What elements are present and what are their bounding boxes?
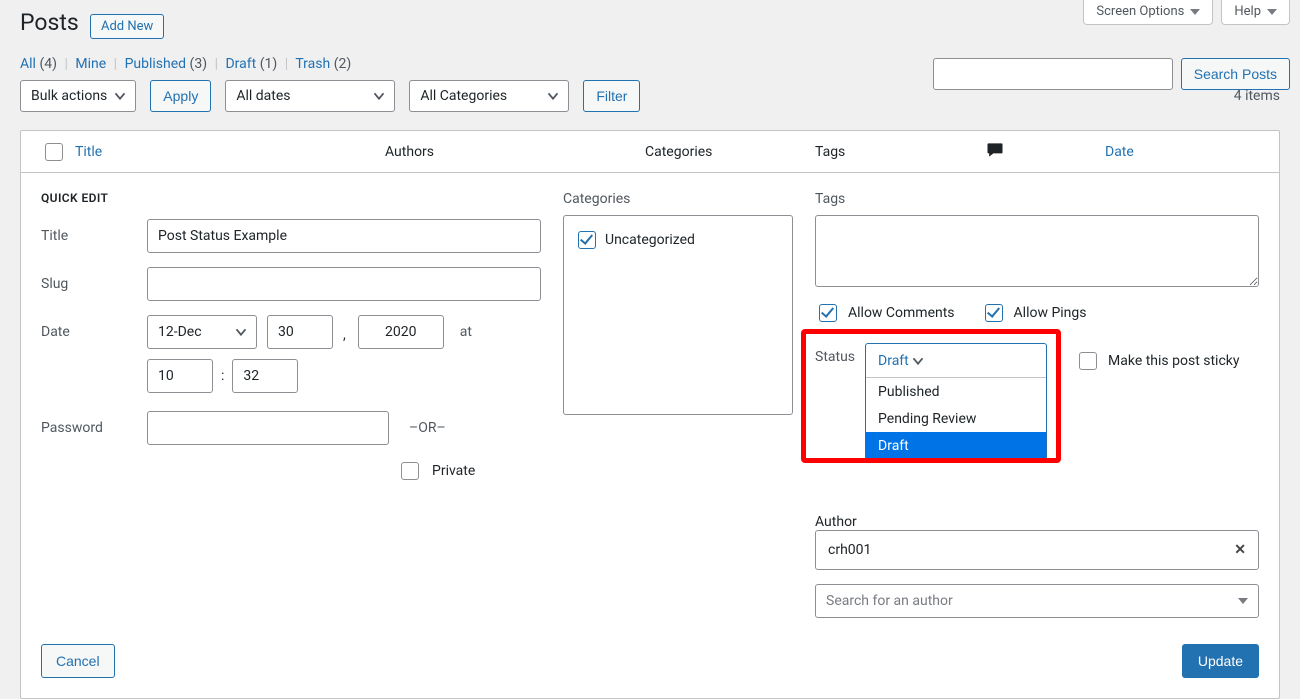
add-new-button[interactable]: Add New xyxy=(90,14,164,39)
at-label: at xyxy=(460,324,472,340)
chevron-down-icon xyxy=(232,323,250,341)
categories-heading: Categories xyxy=(563,191,793,207)
caret-down-icon xyxy=(1190,9,1200,15)
select-all-checkbox[interactable] xyxy=(45,143,63,161)
help-label: Help xyxy=(1234,4,1261,19)
status-option-published[interactable]: Published xyxy=(866,378,1046,405)
chevron-down-icon xyxy=(909,352,927,370)
date-label: Date xyxy=(41,324,137,340)
col-authors: Authors xyxy=(385,144,645,160)
search-input[interactable] xyxy=(933,58,1173,90)
title-input[interactable]: Post Status Example xyxy=(147,219,541,253)
apply-button[interactable]: Apply xyxy=(150,80,211,112)
view-mine[interactable]: Mine xyxy=(75,56,106,72)
view-all[interactable]: All xyxy=(20,56,36,72)
allow-pings-label: Allow Pings xyxy=(1014,305,1087,321)
author-chip[interactable]: crh001 ✕ xyxy=(815,530,1259,570)
sticky-label: Make this post sticky xyxy=(1108,353,1239,369)
status-select[interactable]: Draft Published Pending Review Draft xyxy=(865,343,1047,460)
quick-edit-legend: QUICK EDIT xyxy=(41,191,541,205)
minute-input[interactable]: 32 xyxy=(232,359,298,393)
password-label: Password xyxy=(41,420,137,436)
status-label: Status xyxy=(815,343,855,365)
or-label: –OR– xyxy=(409,420,446,436)
table-header: Title Authors Categories Tags Date xyxy=(21,131,1279,173)
bulk-actions-select[interactable]: Bulk actions xyxy=(20,80,136,112)
page-title: Posts xyxy=(20,0,79,40)
author-search-placeholder: Search for an author xyxy=(826,593,953,609)
help-button[interactable]: Help xyxy=(1221,0,1290,25)
categories-label: All Categories xyxy=(420,88,507,104)
col-tags: Tags xyxy=(815,144,985,160)
col-title[interactable]: Title xyxy=(75,144,102,160)
view-published[interactable]: Published xyxy=(125,56,186,72)
slug-label: Slug xyxy=(41,276,137,292)
slug-input[interactable] xyxy=(147,267,541,301)
posts-table: Title Authors Categories Tags Date QUICK… xyxy=(20,130,1280,699)
caret-down-icon xyxy=(1238,598,1248,604)
categories-select[interactable]: All Categories xyxy=(409,80,569,112)
allow-pings-checkbox[interactable] xyxy=(985,304,1003,322)
view-published-count: (3) xyxy=(190,56,208,72)
view-draft-count: (1) xyxy=(260,56,278,72)
screen-options-button[interactable]: Screen Options xyxy=(1083,0,1213,25)
year-input[interactable]: 2020 xyxy=(358,315,444,349)
chevron-down-icon xyxy=(370,87,388,105)
col-categories: Categories xyxy=(645,144,815,160)
filter-button[interactable]: Filter xyxy=(583,80,640,112)
view-trash[interactable]: Trash xyxy=(295,56,330,72)
items-count: 4 items xyxy=(1234,88,1280,104)
tags-textarea[interactable] xyxy=(815,215,1259,287)
dates-label: All dates xyxy=(236,88,290,104)
allow-comments-label: Allow Comments xyxy=(848,305,955,321)
author-label: Author xyxy=(815,514,857,530)
month-select[interactable]: 12-Dec xyxy=(147,315,257,349)
status-option-draft[interactable]: Draft xyxy=(866,432,1046,459)
private-label: Private xyxy=(432,463,475,479)
screen-options-label: Screen Options xyxy=(1096,4,1184,19)
hour-input[interactable]: 10 xyxy=(147,359,213,393)
cancel-button[interactable]: Cancel xyxy=(41,644,115,678)
status-options: Published Pending Review Draft xyxy=(866,378,1046,459)
view-draft[interactable]: Draft xyxy=(225,56,256,72)
status-selected: Draft xyxy=(878,353,909,369)
day-input[interactable]: 30 xyxy=(267,315,333,349)
dates-select[interactable]: All dates xyxy=(225,80,395,112)
bulk-actions-label: Bulk actions xyxy=(31,88,107,104)
password-input[interactable] xyxy=(147,411,389,445)
caret-down-icon xyxy=(1267,9,1277,15)
allow-comments-checkbox[interactable] xyxy=(819,304,837,322)
update-button[interactable]: Update xyxy=(1182,644,1259,678)
view-trash-count: (2) xyxy=(334,56,352,72)
private-checkbox[interactable] xyxy=(401,462,419,480)
view-all-count: (4) xyxy=(39,56,57,72)
remove-author-icon[interactable]: ✕ xyxy=(1234,542,1246,558)
category-uncategorized-label: Uncategorized xyxy=(605,232,695,248)
author-search-select[interactable]: Search for an author xyxy=(815,584,1259,618)
chevron-down-icon xyxy=(111,87,129,105)
tags-heading: Tags xyxy=(815,191,1259,207)
title-label: Title xyxy=(41,228,137,244)
chevron-down-icon xyxy=(544,87,562,105)
comments-icon xyxy=(985,140,1105,164)
category-uncategorized-checkbox[interactable] xyxy=(578,231,596,249)
sticky-checkbox[interactable] xyxy=(1079,352,1097,370)
status-option-pending[interactable]: Pending Review xyxy=(866,405,1046,432)
quick-edit-panel: QUICK EDIT Title Post Status Example Slu… xyxy=(21,173,1279,698)
search-posts-button[interactable]: Search Posts xyxy=(1181,58,1290,90)
categories-box[interactable]: Uncategorized xyxy=(563,215,793,415)
author-value: crh001 xyxy=(828,542,871,558)
col-date[interactable]: Date xyxy=(1105,144,1134,160)
